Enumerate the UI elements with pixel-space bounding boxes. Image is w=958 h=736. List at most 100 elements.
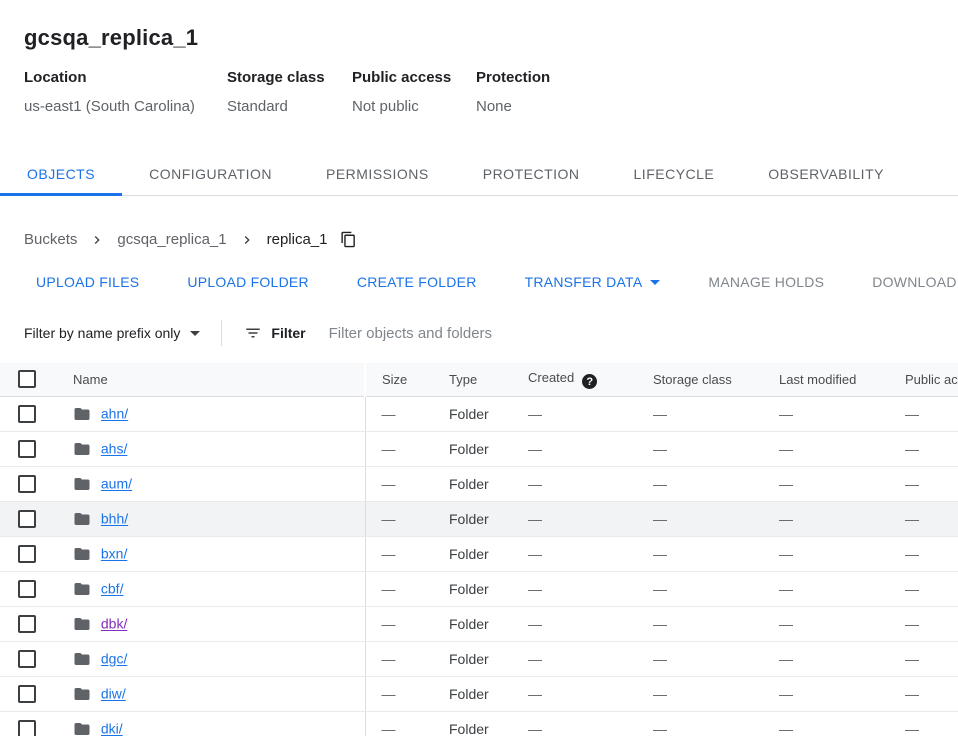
row-checkbox-cell — [0, 396, 73, 431]
storage-class-cell: — — [637, 396, 763, 431]
tab-protection[interactable]: PROTECTION — [456, 154, 607, 195]
name-cell: diw/ — [73, 676, 365, 711]
type-cell: Folder — [433, 501, 512, 536]
folder-icon — [73, 615, 91, 633]
name-cell: dgc/ — [73, 641, 365, 676]
button-label: DOWNLOAD — [872, 274, 956, 290]
copy-icon[interactable] — [340, 231, 357, 248]
folder-name-link[interactable]: dgc/ — [101, 651, 127, 667]
transfer-data-button[interactable]: TRANSFER DATA — [513, 264, 673, 300]
type-cell: Folder — [433, 466, 512, 501]
created-cell: — — [512, 606, 637, 641]
tab-observability[interactable]: OBSERVABILITY — [741, 154, 911, 195]
meta-protection: Protection None — [476, 69, 560, 115]
last-modified-cell: — — [763, 501, 889, 536]
public-access-cell: — — [889, 606, 958, 641]
folder-icon — [73, 510, 91, 528]
tab-configuration[interactable]: CONFIGURATION — [122, 154, 299, 195]
storage-class-cell: — — [637, 431, 763, 466]
tab-bar: OBJECTS CONFIGURATION PERMISSIONS PROTEC… — [0, 154, 958, 196]
created-cell: — — [512, 711, 637, 736]
breadcrumb-buckets[interactable]: Buckets — [24, 231, 77, 248]
size-cell: — — [365, 606, 433, 641]
last-modified-cell: — — [763, 536, 889, 571]
meta-value: us-east1 (South Carolina) — [24, 98, 217, 115]
breadcrumb-bucket-name[interactable]: gcsqa_replica_1 — [117, 231, 226, 248]
folder-name-link[interactable]: diw/ — [101, 686, 126, 702]
tab-objects[interactable]: OBJECTS — [0, 154, 122, 195]
name-cell: ahs/ — [73, 431, 365, 466]
column-header-last-modified: Last modified — [763, 363, 889, 396]
folder-name-link[interactable]: bxn/ — [101, 546, 127, 562]
row-checkbox[interactable] — [18, 545, 36, 563]
table-row: bhh/ — Folder — — — — — [0, 501, 958, 536]
row-checkbox-cell — [0, 571, 73, 606]
row-checkbox[interactable] — [18, 720, 36, 736]
object-toolbar: UPLOAD FILES UPLOAD FOLDER CREATE FOLDER… — [24, 264, 934, 300]
folder-icon — [73, 475, 91, 493]
storage-class-cell: — — [637, 466, 763, 501]
size-cell: — — [365, 711, 433, 736]
manage-holds-button: MANAGE HOLDS — [696, 264, 836, 300]
size-cell: — — [365, 501, 433, 536]
last-modified-cell: — — [763, 711, 889, 736]
public-access-cell: — — [889, 641, 958, 676]
created-cell: — — [512, 571, 637, 606]
column-header-public-access: Public access — [889, 363, 958, 396]
type-cell: Folder — [433, 641, 512, 676]
meta-location: Location us-east1 (South Carolina) — [24, 69, 227, 115]
row-checkbox-cell — [0, 466, 73, 501]
breadcrumb: Buckets gcsqa_replica_1 replica_1 — [24, 231, 934, 248]
upload-files-button[interactable]: UPLOAD FILES — [24, 264, 151, 300]
row-checkbox[interactable] — [18, 510, 36, 528]
folder-name-link[interactable]: ahs/ — [101, 441, 127, 457]
type-cell: Folder — [433, 711, 512, 736]
row-checkbox[interactable] — [18, 615, 36, 633]
table-row: bxn/ — Folder — — — — — [0, 536, 958, 571]
storage-class-cell: — — [637, 641, 763, 676]
row-checkbox[interactable] — [18, 580, 36, 598]
tab-lifecycle[interactable]: LIFECYCLE — [607, 154, 742, 195]
folder-name-link[interactable]: cbf/ — [101, 581, 124, 597]
row-checkbox[interactable] — [18, 440, 36, 458]
help-icon[interactable]: ? — [582, 374, 597, 389]
folder-name-link[interactable]: dki/ — [101, 721, 123, 736]
create-folder-button[interactable]: CREATE FOLDER — [345, 264, 489, 300]
filter-objects-input[interactable] — [329, 325, 934, 342]
filter-bar: Filter by name prefix only Filter — [0, 310, 958, 356]
folder-icon — [73, 685, 91, 703]
size-cell: — — [365, 431, 433, 466]
created-cell: — — [512, 501, 637, 536]
created-cell: — — [512, 431, 637, 466]
public-access-cell: — — [889, 571, 958, 606]
row-checkbox[interactable] — [18, 405, 36, 423]
upload-folder-button[interactable]: UPLOAD FOLDER — [175, 264, 321, 300]
created-cell: — — [512, 466, 637, 501]
size-cell: — — [365, 466, 433, 501]
folder-icon — [73, 440, 91, 458]
size-cell: — — [365, 536, 433, 571]
type-cell: Folder — [433, 606, 512, 641]
public-access-cell: — — [889, 431, 958, 466]
chevron-right-icon — [89, 232, 105, 248]
dropdown-arrow-icon — [650, 280, 660, 285]
chevron-right-icon — [239, 232, 255, 248]
meta-label: Public access — [352, 69, 466, 86]
column-header-name: Name — [73, 363, 365, 396]
folder-name-link[interactable]: bhh/ — [101, 511, 128, 527]
select-all-checkbox[interactable] — [18, 370, 36, 388]
row-checkbox[interactable] — [18, 685, 36, 703]
folder-name-link[interactable]: aum/ — [101, 476, 132, 492]
row-checkbox-cell — [0, 536, 73, 571]
row-checkbox[interactable] — [18, 475, 36, 493]
filter-scope-dropdown[interactable]: Filter by name prefix only — [24, 325, 200, 341]
folder-name-link[interactable]: dbk/ — [101, 616, 127, 632]
table-row: diw/ — Folder — — — — — [0, 676, 958, 711]
meta-label: Protection — [476, 69, 550, 86]
row-checkbox[interactable] — [18, 650, 36, 668]
type-cell: Folder — [433, 536, 512, 571]
folder-name-link[interactable]: ahn/ — [101, 406, 128, 422]
tab-permissions[interactable]: PERMISSIONS — [299, 154, 456, 195]
last-modified-cell: — — [763, 396, 889, 431]
button-label: CREATE FOLDER — [357, 274, 477, 290]
